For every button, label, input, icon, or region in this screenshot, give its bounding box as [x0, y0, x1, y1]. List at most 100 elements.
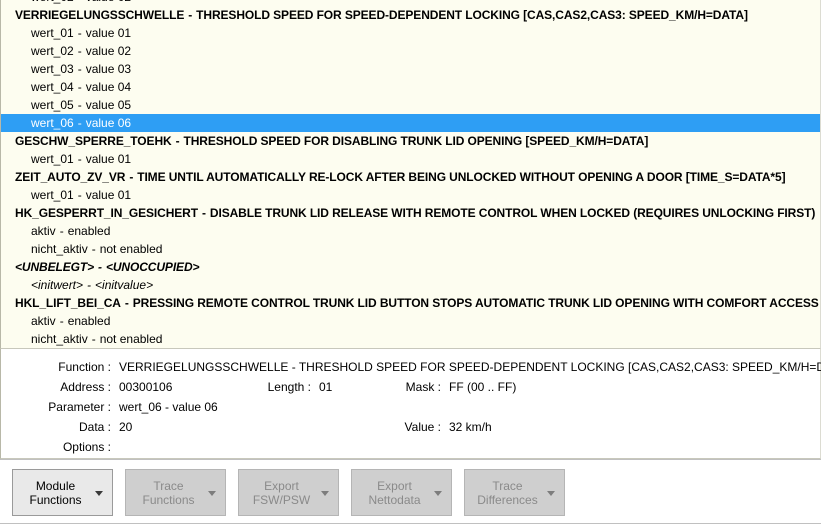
- coding-function-window: wert_02-value 02VERRIEGELUNGSSCHWELLE-TH…: [0, 0, 821, 527]
- tree-row-name: nicht_aktiv: [31, 332, 88, 346]
- chevron-down-icon: [321, 490, 329, 496]
- tree-row-name: <UNBELEGT>: [15, 260, 95, 274]
- options-label: Options :: [62, 440, 111, 454]
- toolbar-button-label: Trace Differences: [477, 478, 538, 507]
- tree-row-separator: -: [87, 278, 92, 292]
- tree-row-value: value 02: [86, 0, 131, 4]
- tree-row-name: VERRIEGELUNGSSCHWELLE: [15, 8, 185, 22]
- chevron-down-icon: [208, 490, 216, 496]
- tree-row-separator: -: [77, 152, 82, 166]
- tree-row-separator: -: [77, 80, 82, 94]
- tree-row-name: wert_02: [31, 0, 74, 4]
- function-tree-list[interactable]: wert_02-value 02VERRIEGELUNGSSCHWELLE-TH…: [0, 0, 821, 349]
- tree-row-separator: -: [59, 314, 64, 328]
- tree-group-row[interactable]: HK_GESPERRT_IN_GESICHERT - DISABLE TRUNK L…: [1, 204, 820, 222]
- tree-row-value: enabled: [67, 314, 111, 328]
- tree-row-name: wert_04: [31, 80, 74, 94]
- tree-row-name: GESCHW_SPERRE_TOEHK: [15, 134, 172, 148]
- tree-row-value: value 01: [85, 152, 132, 166]
- toolbar-button-2: Export FSW/PSW: [238, 469, 339, 516]
- tree-child-row[interactable]: wert_01- value 01: [1, 150, 820, 168]
- toolbar-button-group: Module Functions Trace Functions Export FS…: [0, 460, 821, 516]
- tree-row-value: value 06: [85, 116, 132, 130]
- tree-group-row[interactable]: <UNBELEGT> - <UNOCCUPIED>: [1, 258, 820, 276]
- tree-child-row[interactable]: <initwert> - <initvalue>: [1, 276, 820, 294]
- tree-row-separator: -: [77, 44, 82, 58]
- details-row-parameter: Parameter : wert_06 - value 06: [1, 397, 820, 417]
- value-value: 32 km/h: [449, 420, 492, 434]
- tree-row-separator: -: [201, 206, 206, 220]
- tree-group-row[interactable]: ZEIT_AUTO_ZV_VR - TIME UNTIL AUTOMATICALLY…: [1, 168, 820, 186]
- length-label: Length :: [267, 380, 311, 394]
- tree-row-value: THRESHOLD SPEED FOR SPEED-DEPENDENT LOCK…: [196, 8, 748, 22]
- tree-row-separator: -: [124, 296, 129, 310]
- tree-child-row[interactable]: aktiv - enabled: [1, 312, 820, 330]
- tree-row-name: wert_01: [31, 26, 74, 40]
- tree-row-value: <initvalue>: [95, 278, 154, 292]
- address-label: Address :: [60, 380, 111, 394]
- tree-child-row[interactable]: nicht_aktiv - not enabled: [1, 240, 820, 258]
- tree-child-row[interactable]: wert_06- value 06: [1, 114, 820, 132]
- details-row-options: Options :: [1, 437, 820, 457]
- function-details-panel: Function : VERRIEGELUNGSSCHWELLE - THRES…: [0, 349, 821, 459]
- tree-child-row[interactable]: wert_01- value 01: [1, 186, 820, 204]
- tree-row-value: value 05: [85, 98, 132, 112]
- toolbar-button-label: Export FSW/PSW: [252, 478, 311, 507]
- value-label: Value :: [404, 420, 441, 434]
- tree-row-value: PRESSING REMOTE CONTROL TRUNK LID BUTTON…: [132, 296, 819, 310]
- parameter-value: wert_06 - value 06: [119, 400, 218, 414]
- address-value: 00300106: [119, 380, 173, 394]
- tree-row-separator: -: [59, 224, 64, 238]
- bottom-toolbar: Module Functions Trace Functions Export FS…: [0, 459, 821, 527]
- tree-row-name: HKL_LIFT_BEI_CA: [15, 296, 121, 310]
- tree-row-name: aktiv: [31, 314, 56, 328]
- tree-row-separator: -: [188, 8, 193, 22]
- tree-row-name: wert_05: [31, 98, 74, 112]
- details-row-data: Data : 20 Value : 32 km/h: [1, 417, 820, 437]
- details-row-function: Function : VERRIEGELUNGSSCHWELLE - THRES…: [1, 357, 821, 377]
- toolbar-button-0[interactable]: Module Functions: [12, 469, 113, 516]
- tree-row-name: ZEIT_AUTO_ZV_VR: [15, 170, 126, 184]
- tree-row-value: TIME UNTIL AUTOMATICALLY RE-LOCK AFTER B…: [137, 170, 786, 184]
- tree-row-value: value 03: [85, 62, 132, 76]
- tree-row-separator: -: [91, 242, 96, 256]
- tree-row-value: value 01: [85, 26, 132, 40]
- chevron-down-icon: [547, 490, 555, 496]
- tree-row-value: value 01: [85, 188, 132, 202]
- tree-child-row[interactable]: wert_02-value 02: [1, 42, 820, 60]
- tree-row-value: value 02: [85, 44, 132, 58]
- tree-group-row[interactable]: GESCHW_SPERRE_TOEHK - THRESHOLD SPEED FOR …: [1, 132, 820, 150]
- tree-row-name: <initwert>: [31, 278, 84, 292]
- tree-row-name: wert_06: [31, 116, 74, 130]
- tree-row-separator: -: [77, 188, 82, 202]
- details-row-address: Address : 00300106 Length : 01 Mask : FF…: [1, 377, 820, 397]
- tree-child-row[interactable]: aktiv - enabled: [1, 222, 820, 240]
- tree-row-value: value 04: [85, 80, 132, 94]
- tree-child-row[interactable]: wert_03- value 03: [1, 60, 820, 78]
- tree-child-row[interactable]: nicht_aktiv - not enabled: [1, 330, 820, 348]
- tree-child-row[interactable]: wert_01- value 01: [1, 24, 820, 42]
- tree-row-name: wert_03: [31, 62, 74, 76]
- tree-child-row[interactable]: wert_05- value 05: [1, 96, 820, 114]
- tree-row-value: <UNOCCUPIED>: [105, 260, 200, 274]
- tree-child-row[interactable]: wert_04- value 04: [1, 78, 820, 96]
- parameter-label: Parameter :: [48, 400, 111, 414]
- tree-row-separator: -: [175, 134, 180, 148]
- tree-row-separator: -: [77, 26, 82, 40]
- tree-row-separator: -: [77, 62, 82, 76]
- toolbar-button-label: Trace Functions: [142, 478, 195, 507]
- data-label: Data :: [78, 420, 111, 434]
- chevron-down-icon[interactable]: [95, 490, 103, 496]
- tree-row-name: wert_01: [31, 152, 74, 166]
- tree-row-separator: -: [91, 332, 96, 346]
- function-tree-scroll-content: wert_02-value 02VERRIEGELUNGSSCHWELLE-TH…: [1, 0, 820, 348]
- toolbar-divider: [0, 523, 821, 524]
- tree-group-row[interactable]: VERRIEGELUNGSSCHWELLE - THRESHOLD SPEED FO…: [1, 6, 820, 24]
- tree-group-row[interactable]: HKL_LIFT_BEI_CA - PRESSING REMOTE CONTROL …: [1, 294, 820, 312]
- toolbar-button-3: Export Nettodata: [351, 469, 452, 516]
- tree-row-separator: -: [129, 170, 134, 184]
- function-value: VERRIEGELUNGSSCHWELLE - THRESHOLD SPEED …: [119, 360, 821, 374]
- mask-label: Mask :: [405, 380, 441, 394]
- toolbar-button-label: Module Functions: [29, 478, 82, 507]
- tree-row-separator: -: [77, 98, 82, 112]
